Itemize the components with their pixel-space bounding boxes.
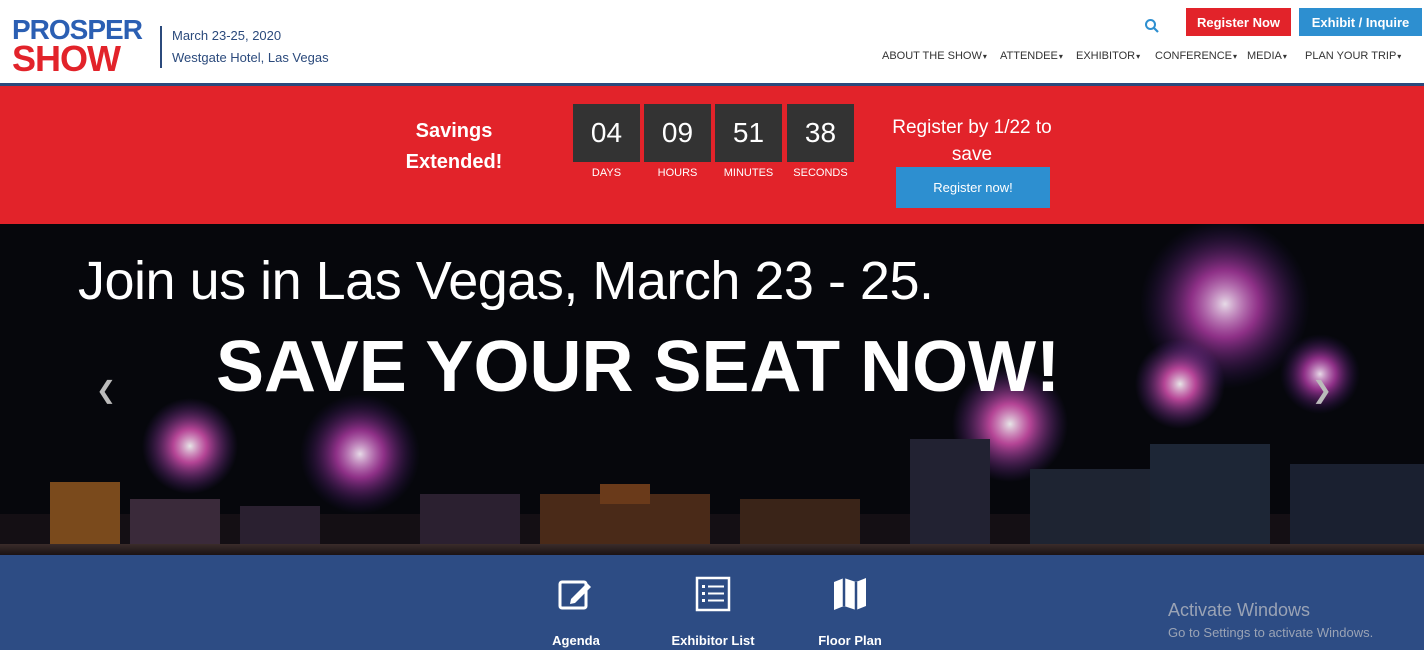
logo-text-bottom: SHOW (12, 38, 121, 79)
countdown-seconds-label: SECONDS (793, 167, 848, 179)
countdown-minutes-label: MINUTES (723, 167, 774, 179)
nav-label: PLAN YOUR TRIP (1305, 50, 1397, 62)
quick-link-label: Exhibitor List (671, 633, 755, 648)
caret-down-icon: ▾ (1282, 52, 1287, 61)
register-by-text: Register by 1/22 to save (892, 117, 1052, 165)
nav-exhibitor[interactable]: EXHIBITOR▾ (1076, 50, 1140, 62)
caret-down-icon: ▾ (1058, 52, 1063, 61)
event-date: March 23-25, 2020 (172, 28, 282, 43)
register-now-promo-button[interactable]: Register now! (896, 167, 1050, 208)
register-now-button[interactable]: Register Now (1186, 8, 1291, 36)
caret-down-icon: ▾ (1397, 52, 1402, 61)
countdown-hours-value: 09 (644, 104, 711, 162)
nav-label: ABOUT THE SHOW (882, 50, 982, 62)
caret-down-icon: ▾ (982, 52, 987, 61)
countdown-days-label: DAYS (591, 167, 622, 179)
countdown-seconds-value: 38 (787, 104, 854, 162)
chevron-left-icon[interactable]: ❮ (96, 376, 116, 405)
edit-icon (558, 580, 591, 610)
countdown-minutes-value: 51 (715, 104, 782, 162)
nav-label: EXHIBITOR (1076, 50, 1136, 62)
exhibit-inquire-button[interactable]: Exhibit / Inquire (1299, 8, 1422, 36)
site-header: PROSPER SHOW March 23-25, 2020 Westgate … (0, 0, 1424, 86)
prosper-show-logo[interactable]: PROSPER SHOW (10, 14, 152, 79)
caret-down-icon: ▾ (1233, 52, 1238, 61)
nav-label: MEDIA (1247, 50, 1282, 62)
quick-link-agenda[interactable]: Agenda (516, 575, 636, 648)
nav-attendee[interactable]: ATTENDEE▾ (1000, 50, 1063, 62)
caret-down-icon: ▾ (1136, 52, 1141, 61)
countdown-days-value: 04 (573, 104, 640, 162)
list-icon (695, 576, 731, 612)
nav-label: CONFERENCE (1155, 50, 1233, 62)
savings-extended-text: Savings Extended! (405, 120, 503, 173)
quick-link-exhibitor-list[interactable]: Exhibitor List (653, 575, 773, 648)
promo-banner (0, 86, 1424, 224)
nav-plan-your-trip[interactable]: PLAN YOUR TRIP▾ (1305, 50, 1401, 62)
quick-link-floor-plan[interactable]: Floor Plan (790, 575, 910, 648)
nav-conference[interactable]: CONFERENCE▾ (1155, 50, 1237, 62)
hero-headline: Join us in Las Vegas, March 23 - 25. (78, 251, 934, 311)
hero-carousel: Join us in Las Vegas, March 23 - 25. SAV… (0, 224, 1424, 555)
nav-about-the-show[interactable]: ABOUT THE SHOW▾ (882, 50, 987, 62)
search-icon[interactable] (1144, 18, 1160, 34)
hero-callout: SAVE YOUR SEAT NOW! (216, 327, 1061, 407)
quick-link-label: Floor Plan (818, 633, 882, 648)
nav-media[interactable]: MEDIA▾ (1247, 50, 1287, 62)
chevron-right-icon[interactable]: ❯ (1312, 376, 1332, 405)
quick-link-label: Agenda (552, 633, 600, 648)
map-icon (834, 578, 866, 610)
activate-windows-subtitle: Go to Settings to activate Windows. (1168, 625, 1374, 640)
header-divider (160, 26, 162, 68)
activate-windows-title: Activate Windows (1168, 600, 1311, 620)
countdown-hours-label: HOURS (657, 167, 698, 179)
nav-label: ATTENDEE (1000, 50, 1058, 62)
event-venue: Westgate Hotel, Las Vegas (172, 50, 329, 65)
